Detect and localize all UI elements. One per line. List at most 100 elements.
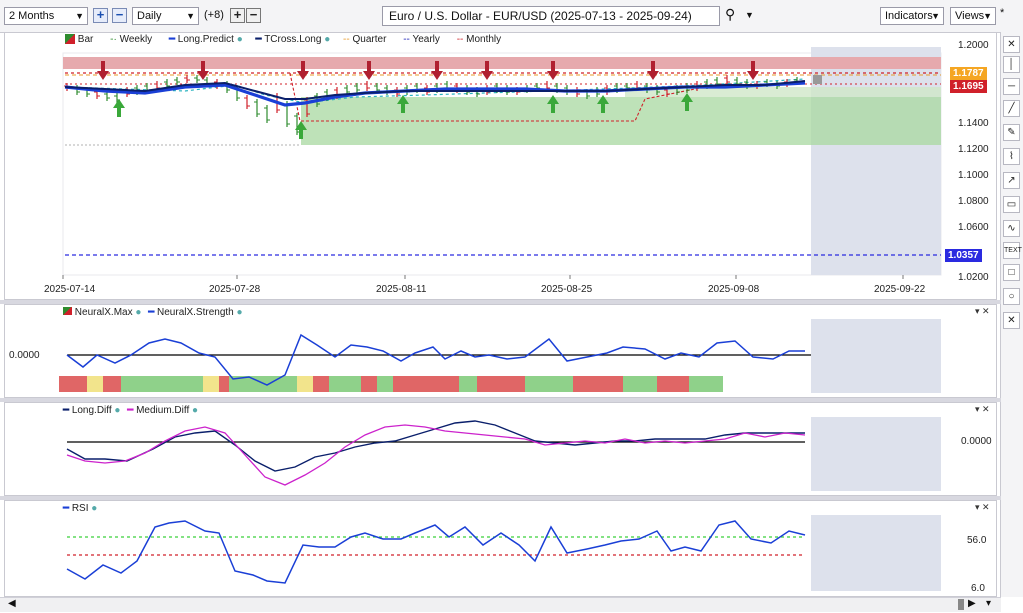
price-tick: 1.0200 — [958, 272, 989, 283]
asterisk-marker: * — [1000, 7, 1005, 19]
range-select[interactable]: 2 Months ▼ — [4, 7, 88, 25]
arrow-tool-icon[interactable]: ↗ — [1003, 172, 1020, 189]
signal-block — [203, 376, 219, 392]
signal-block — [59, 376, 87, 392]
rsi-axis-top: 56.0 — [967, 535, 987, 546]
rsi-line — [66, 520, 806, 584]
chevron-down-icon[interactable]: ▼ — [745, 10, 754, 20]
signal-block — [525, 376, 573, 392]
legend-monthly: Monthly — [466, 34, 502, 45]
zoom-in-button[interactable]: + — [93, 8, 108, 23]
neuralx-chart — [59, 319, 941, 393]
legend-quarter: Quarter — [352, 34, 387, 45]
future-zone — [811, 319, 941, 393]
neuralx-pane[interactable]: NeuralX.Max ● ━ NeuralX.Strength ● 0.000… — [4, 304, 997, 398]
rsi-chart — [66, 515, 941, 591]
yearly-price-badge: 1.0357 — [945, 249, 982, 262]
add-button[interactable]: + — [230, 8, 245, 23]
views-menu[interactable]: Views ▼ — [950, 7, 996, 25]
toolbar: 2 Months ▼ + − Daily ▼ (+8) + − Euro / U… — [0, 0, 1023, 33]
future-zone — [811, 515, 941, 591]
chevron-down-icon: ▼ — [75, 11, 84, 21]
trend-line-tool-icon[interactable]: ╱ — [1003, 100, 1020, 117]
price-chart — [62, 47, 942, 279]
diff-axis-label: 0.0000 — [961, 436, 992, 447]
rsi-pane[interactable]: ━ RSI ● 56.0 6.0 ▾ ✕ — [4, 500, 997, 597]
legend-neuralx-strength: NeuralX.Strength — [157, 307, 234, 318]
horizontal-scrollbar[interactable]: ◀ ▶ ▾ — [0, 597, 1001, 612]
neuralx-legend: NeuralX.Max ● ━ NeuralX.Strength ● — [63, 307, 243, 318]
price-tick: 1.2000 — [958, 40, 989, 51]
circle-tool-icon[interactable]: ○ — [1003, 288, 1020, 305]
delete-tool-icon[interactable]: ✕ — [1003, 312, 1020, 329]
collapse-icon[interactable]: ▾ — [986, 598, 991, 609]
diff-pane[interactable]: ━ Long.Diff ● ━ Medium.Diff ● 0.0000 ▾ ✕ — [4, 402, 997, 496]
legend-long-predict: Long.Predict — [177, 34, 234, 45]
scroll-right-icon[interactable]: ▶ — [968, 598, 976, 609]
legend-neuralx-max: NeuralX.Max — [74, 307, 133, 318]
diff-chart — [66, 417, 941, 491]
signal-block — [689, 376, 723, 392]
price-tick: 1.0600 — [958, 222, 989, 233]
price-tick: 1.0800 — [958, 196, 989, 207]
signal-block — [329, 376, 361, 392]
fib-tool-icon[interactable]: ⌇ — [1003, 148, 1020, 165]
resistance-zone — [63, 57, 941, 69]
signal-block — [313, 376, 329, 392]
legend-medium-diff: Medium.Diff — [136, 405, 190, 416]
interval-select[interactable]: Daily ▼ — [132, 7, 199, 25]
indicators-label: Indicators — [885, 10, 933, 22]
vertical-line-tool-icon[interactable]: │ — [1003, 56, 1020, 73]
price-pane[interactable]: Bar -· Weekly ━ Long.Predict ● ━ TCross.… — [4, 32, 997, 300]
crosshair-tool-icon[interactable]: ✕ — [1003, 36, 1020, 53]
chart-title: Euro / U.S. Dollar - EUR/USD (2025-07-13… — [389, 9, 692, 23]
legend-bar: Bar — [77, 34, 94, 45]
future-zone — [811, 417, 941, 491]
signal-block — [219, 376, 229, 392]
main-legend: Bar -· Weekly ━ Long.Predict ● ━ TCross.… — [65, 34, 501, 45]
signal-block — [393, 376, 459, 392]
signal-block — [103, 376, 121, 392]
date-tick: 2025-09-22 — [874, 284, 926, 295]
legend-long-diff: Long.Diff — [71, 405, 112, 416]
pen-tool-icon[interactable]: ✎ — [1003, 124, 1020, 141]
signal-block — [87, 376, 103, 392]
horizontal-line-tool-icon[interactable]: ─ — [1003, 78, 1020, 95]
interval-value: Daily — [137, 10, 162, 22]
diff-legend: ━ Long.Diff ● ━ Medium.Diff ● — [63, 405, 199, 416]
quarter-price-badge: 1.1787 — [950, 67, 987, 80]
scroll-left-icon[interactable]: ◀ — [8, 598, 16, 609]
chevron-down-icon: ▼ — [983, 11, 992, 21]
callout-tool-icon[interactable]: ▭ — [1003, 196, 1020, 213]
rectangle-tool-icon[interactable]: □ — [1003, 264, 1020, 281]
date-tick: 2025-07-14 — [44, 284, 96, 295]
remove-button[interactable]: − — [246, 8, 261, 23]
zoom-out-button[interactable]: − — [112, 8, 127, 23]
text-tool-icon[interactable]: TEXT — [1003, 242, 1022, 259]
legend-rsi: RSI — [71, 503, 89, 514]
pane-controls[interactable]: ▾ ✕ — [975, 306, 990, 317]
signal-block — [623, 376, 657, 392]
scroll-thumb[interactable] — [958, 599, 964, 610]
signal-block — [657, 376, 689, 392]
long-diff-line — [66, 420, 805, 472]
signal-block — [459, 376, 477, 392]
signal-block — [297, 376, 313, 392]
pane-controls[interactable]: ▾ ✕ — [975, 502, 990, 513]
signal-block — [121, 376, 203, 392]
price-tick: 1.1000 — [958, 170, 989, 181]
signal-block — [377, 376, 393, 392]
signal-block — [573, 376, 623, 392]
search-icon[interactable]: ⚲ — [725, 6, 735, 23]
views-label: Views — [955, 10, 985, 22]
rsi-axis-bottom: 6.0 — [971, 583, 985, 594]
indicators-menu[interactable]: Indicators ▼ — [880, 7, 944, 25]
buy-arrow — [113, 99, 125, 117]
pane-controls[interactable]: ▾ ✕ — [975, 404, 990, 415]
range-value: 2 Months — [9, 10, 55, 22]
neuralx-axis-label: 0.0000 — [9, 350, 40, 361]
price-tick: 1.1400 — [958, 118, 989, 129]
chevron-down-icon: ▼ — [931, 11, 940, 21]
wave-tool-icon[interactable]: ∿ — [1003, 220, 1020, 237]
symbol-title-field[interactable]: Euro / U.S. Dollar - EUR/USD (2025-07-13… — [382, 6, 720, 26]
